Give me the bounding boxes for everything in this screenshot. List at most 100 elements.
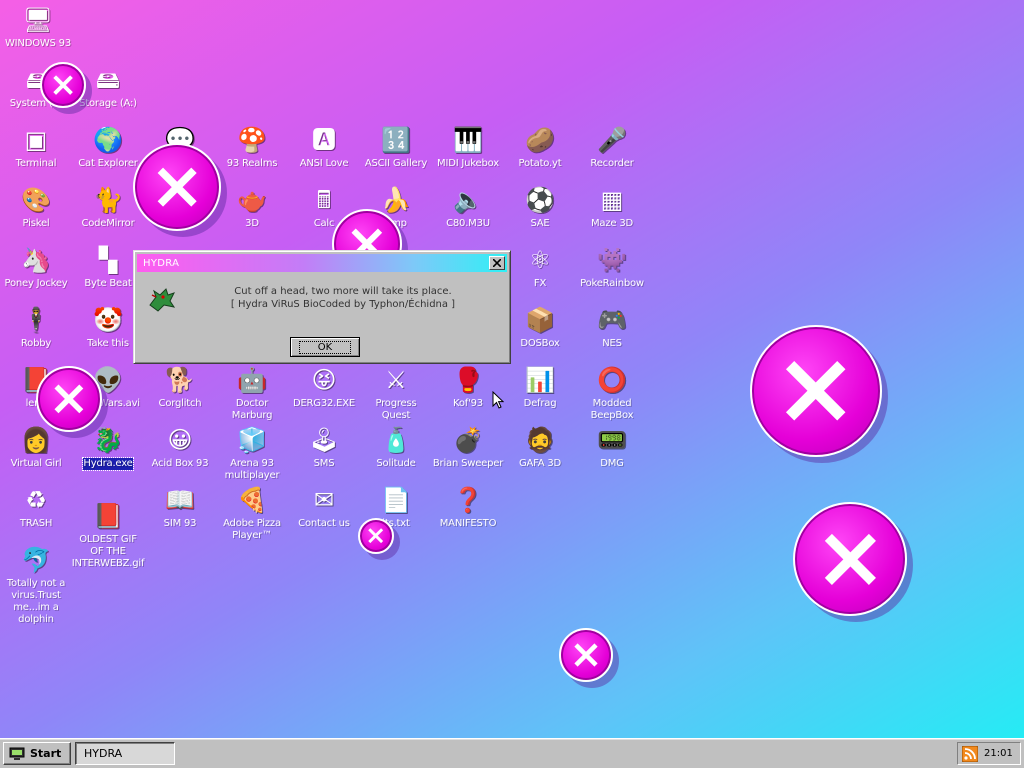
hydra-x-close-icon[interactable] bbox=[40, 62, 86, 108]
virtual-girl-icon: 👩 bbox=[21, 426, 51, 454]
acid-box-93-shortcut[interactable]: 😀 Acid Box 93 bbox=[144, 424, 216, 482]
fx-shortcut[interactable]: ⚛ FX bbox=[504, 244, 576, 302]
hydra-x-close-icon[interactable] bbox=[750, 325, 882, 457]
ok-button[interactable]: OK bbox=[290, 337, 360, 357]
desktop-icon-label: Modded BeepBox bbox=[590, 398, 634, 421]
desktop-icon-label: GAFA 3D bbox=[518, 458, 562, 469]
arena-93-shortcut[interactable]: 🧊 Arena 93 multiplayer bbox=[216, 424, 288, 482]
derg32-icon: 😝 bbox=[311, 366, 337, 394]
piskel-shortcut[interactable]: 🎨 Piskel bbox=[0, 184, 72, 242]
terminal-shortcut[interactable]: ▣ Terminal bbox=[0, 124, 72, 182]
trash-icon: ♻ bbox=[25, 486, 47, 514]
desktop-icon-label: MIDI Jukebox bbox=[437, 158, 499, 169]
dialog-titlebar[interactable]: HYDRA bbox=[137, 254, 507, 272]
pokerainbow-shortcut[interactable]: 👾 PokeRainbow bbox=[576, 244, 648, 302]
system-tray: 21:01 bbox=[957, 742, 1021, 765]
desktop-icon-label: Cat Explorer bbox=[78, 158, 138, 169]
desktop-icon-label: Solitude bbox=[376, 458, 416, 469]
desktop-icon-label: NES bbox=[602, 338, 622, 349]
close-icon bbox=[493, 259, 501, 267]
93-realms-icon: 🍄 bbox=[237, 126, 267, 154]
robby-shortcut[interactable]: 🕴 Robby bbox=[0, 304, 72, 362]
dialog-close-button[interactable] bbox=[489, 256, 505, 270]
hydra-dragon-icon bbox=[146, 283, 178, 315]
desktop-icon-label: C80.M3U bbox=[446, 218, 490, 229]
kof93-icon: 🥊 bbox=[453, 366, 483, 394]
start-button[interactable]: Start bbox=[3, 742, 71, 765]
brian-sweeper-shortcut[interactable]: 💣 Brian Sweeper bbox=[432, 424, 504, 482]
hydra-x-close-icon[interactable] bbox=[36, 366, 102, 432]
desktop-icon-label: ASCII Gallery bbox=[364, 158, 428, 169]
potato-yt-icon: 🥔 bbox=[525, 126, 555, 154]
manifesto-shortcut[interactable]: ❓ MANIFESTO bbox=[432, 484, 504, 542]
defrag-icon: 📊 bbox=[525, 366, 555, 394]
desktop-icon-label: Byte Beat bbox=[84, 278, 132, 289]
cat-explorer-shortcut[interactable]: 🌍 Cat Explorer bbox=[72, 124, 144, 182]
mouse-pointer-icon bbox=[492, 391, 504, 409]
dosbox-shortcut[interactable]: 📦 DOSBox bbox=[504, 304, 576, 362]
solitude-shortcut[interactable]: 🧴 Solitude bbox=[360, 424, 432, 482]
hydra-x-close-icon[interactable] bbox=[358, 518, 394, 554]
rss-feed-icon[interactable] bbox=[962, 745, 978, 762]
desktop-icon-label: Acid Box 93 bbox=[151, 458, 209, 469]
trash-shortcut[interactable]: ♻ TRASH bbox=[0, 484, 72, 542]
gafa-3d-shortcut[interactable]: 🧔 GAFA 3D bbox=[504, 424, 576, 482]
virtual-girl-shortcut[interactable]: 👩 Virtual Girl bbox=[0, 424, 72, 482]
nes-shortcut[interactable]: 🎮 NES bbox=[576, 304, 648, 362]
maze-3d-shortcut[interactable]: ▦ Maze 3D bbox=[576, 184, 648, 242]
cat-explorer-icon: 🌍 bbox=[93, 126, 123, 154]
oldest-gif-icon: 📕 bbox=[93, 502, 123, 530]
doctor-marburg-icon: 🤖 bbox=[237, 366, 267, 394]
dmg-shortcut[interactable]: 📟 DMG bbox=[576, 424, 648, 482]
sim93-shortcut[interactable]: 📖 SIM 93 bbox=[144, 484, 216, 542]
storage-drive-icon: 🖴 bbox=[95, 66, 121, 94]
oldest-gif-shortcut[interactable]: 📕 OLDEST GIF OF THE INTERWEBZ.gif bbox=[72, 500, 145, 569]
midi-jukebox-shortcut[interactable]: 🎹 MIDI Jukebox bbox=[432, 124, 504, 182]
hydra-x-close-icon[interactable] bbox=[559, 628, 613, 682]
potato-yt-shortcut[interactable]: 🥔 Potato.yt bbox=[504, 124, 576, 182]
byte-beat-icon: ▚ bbox=[98, 246, 118, 274]
desktop-icon-label: 3D bbox=[245, 218, 259, 229]
progress-quest-icon: ⚔ bbox=[385, 366, 407, 394]
windows-93-shortcut[interactable]: 🖥 WINDOWS 93 bbox=[2, 4, 74, 62]
taskbar-item-hydra[interactable]: HYDRA bbox=[75, 742, 175, 765]
sim93-icon: 📖 bbox=[165, 486, 195, 514]
hydra-x-close-icon[interactable] bbox=[133, 143, 221, 231]
adobe-pizza-icon: 🍕 bbox=[237, 486, 267, 514]
c80-m3u-shortcut[interactable]: 🔈 C80.M3U bbox=[432, 184, 504, 242]
ok-button-label: OK bbox=[298, 340, 352, 354]
poney-jockey-shortcut[interactable]: 🦄 Poney Jockey bbox=[0, 244, 72, 302]
arena-93-icon: 🧊 bbox=[237, 426, 267, 454]
hydra-exe-shortcut[interactable]: 🐉 Hydra.exe bbox=[72, 424, 144, 482]
ascii-gallery-shortcut[interactable]: 🔢 ASCII Gallery bbox=[360, 124, 432, 182]
hydra-x-close-icon[interactable] bbox=[793, 502, 907, 616]
desktop-icon-label: PokeRainbow bbox=[580, 278, 644, 289]
recorder-shortcut[interactable]: 🎤 Recorder bbox=[576, 124, 648, 182]
defrag-shortcut[interactable]: 📊 Defrag bbox=[504, 364, 576, 422]
dolphin-shortcut[interactable]: 🐬 Totally not a virus.Trust me...im a dol… bbox=[0, 544, 72, 625]
3d-shortcut[interactable]: 🫖 3D bbox=[216, 184, 288, 242]
ansi-love-icon: 🅰 bbox=[312, 126, 336, 154]
solitude-icon: 🧴 bbox=[381, 426, 411, 454]
hydra-dialog: HYDRA Cut off a head, two more will take… bbox=[133, 250, 511, 364]
desktop-icon-label: Defrag bbox=[523, 398, 557, 409]
ansi-love-shortcut[interactable]: 🅰 ANSI Love bbox=[288, 124, 360, 182]
modded-beepbox-shortcut[interactable]: ⭕ Modded BeepBox bbox=[576, 364, 648, 422]
corglitch-shortcut[interactable]: 🐕 Corglitch bbox=[144, 364, 216, 422]
desktop-icon-label: DERG32.EXE bbox=[292, 398, 356, 409]
adobe-pizza-shortcut[interactable]: 🍕 Adobe Pizza Player™ bbox=[216, 484, 288, 542]
clock[interactable]: 21:01 bbox=[984, 748, 1013, 759]
dmg-icon: 📟 bbox=[597, 426, 627, 454]
contact-us-shortcut[interactable]: ✉ Contact us bbox=[288, 484, 360, 542]
derg32-shortcut[interactable]: 😝 DERG32.EXE bbox=[288, 364, 360, 422]
desktop-icon-label: DOSBox bbox=[520, 338, 560, 349]
calc-icon: 🖩 bbox=[316, 186, 332, 214]
credits-txt-icon: 📄 bbox=[381, 486, 411, 514]
progress-quest-shortcut[interactable]: ⚔ Progress Quest bbox=[360, 364, 432, 422]
c80-m3u-icon: 🔈 bbox=[453, 186, 483, 214]
doctor-marburg-shortcut[interactable]: 🤖 Doctor Marburg bbox=[216, 364, 288, 422]
93-realms-shortcut[interactable]: 🍄 93 Realms bbox=[216, 124, 288, 182]
pokerainbow-icon: 👾 bbox=[597, 246, 627, 274]
sms-shortcut[interactable]: 🕹 SMS bbox=[288, 424, 360, 482]
sae-shortcut[interactable]: ⚽ SAE bbox=[504, 184, 576, 242]
